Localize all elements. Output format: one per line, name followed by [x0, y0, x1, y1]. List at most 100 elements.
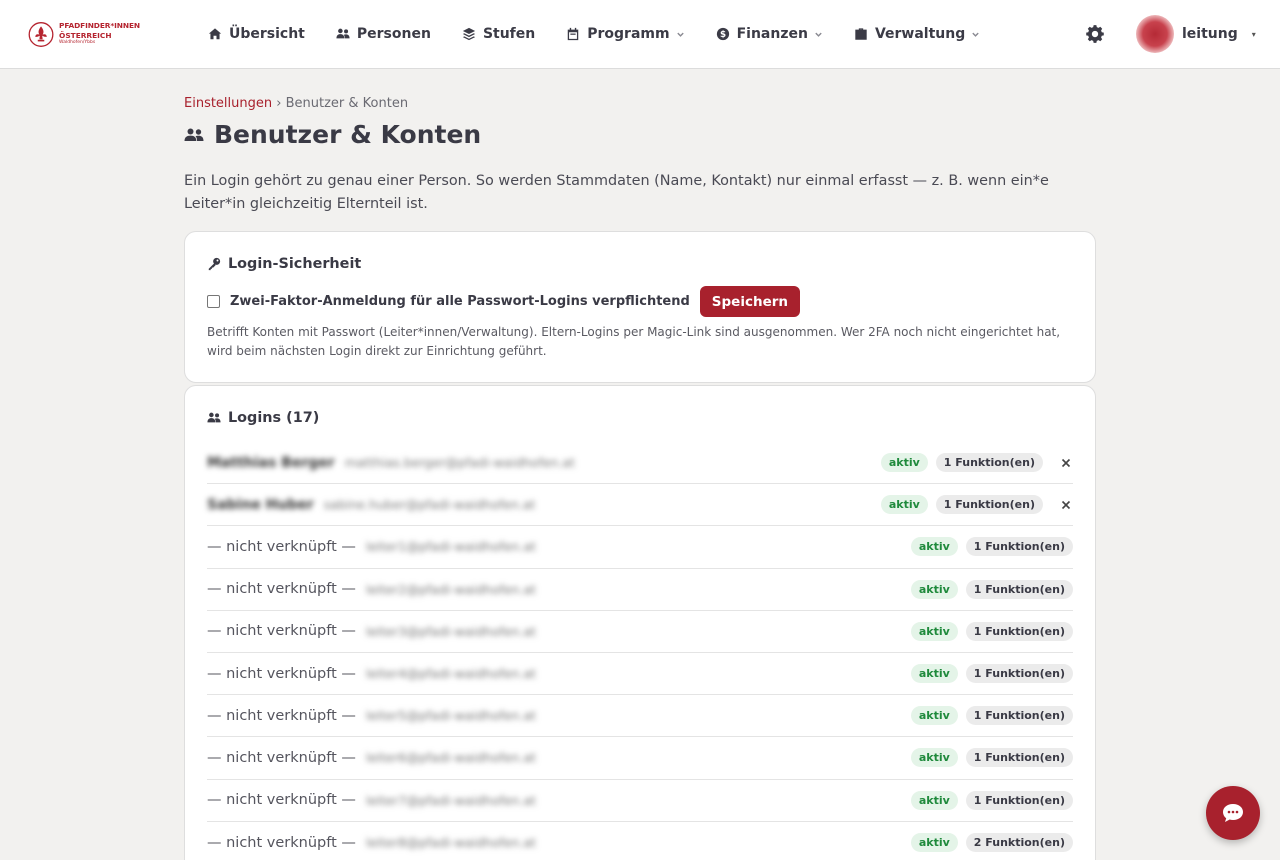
login-badges: aktiv 1 Funktion(en) [880, 453, 1073, 473]
unlinked-person-label: — nicht verknüpft — [207, 665, 356, 682]
nav-label: Übersicht [229, 26, 305, 42]
functions-badge: 1 Funktion(en) [965, 706, 1073, 726]
layers-icon [462, 27, 476, 41]
nav-item-finanzen[interactable]: $ Finanzen [716, 26, 823, 42]
login-row[interactable]: — nicht verknüpft — leiter6@pfadi-waidhof… [207, 737, 1073, 780]
login-row[interactable]: — nicht verknüpft — leiter7@pfadi-waidhof… [207, 780, 1073, 822]
users-icon [184, 128, 204, 141]
brand-line-1: PFADFINDER*INNEN [59, 21, 140, 31]
login-email: leiter2@pfadi-waidhofen.at [365, 581, 537, 597]
user-menu[interactable]: leitung ▾ [1136, 14, 1256, 54]
status-badge: aktiv [910, 833, 958, 853]
unlink-person-button[interactable] [1059, 456, 1073, 470]
linked-person-name[interactable]: Matthias Berger [207, 455, 335, 471]
functions-badge: 1 Funktion(en) [935, 453, 1043, 473]
login-email: leiter5@pfadi-waidhofen.at [365, 708, 537, 724]
mfa-setting-row: Zwei-Faktor-Anmeldung für alle Passwort-… [207, 286, 801, 317]
login-email: leiter7@pfadi-waidhofen.at [365, 792, 537, 808]
unlinked-person-label: — nicht verknüpft — [207, 707, 356, 724]
login-badges: aktiv 1 Funktion(en) [910, 748, 1073, 768]
login-row[interactable]: — nicht verknüpft — leiter3@pfadi-waidhof… [207, 611, 1073, 653]
unlinked-person-label: — nicht verknüpft — [207, 581, 356, 598]
login-row[interactable]: — nicht verknüpft — leiter5@pfadi-waidhof… [207, 695, 1073, 738]
main-nav: Übersicht Personen Stufen Programm $ Fin… [208, 0, 1011, 68]
chevron-down-icon [972, 32, 979, 37]
nav-item-stufen[interactable]: Stufen [462, 26, 535, 42]
scout-emblem-icon [28, 21, 54, 47]
breadcrumb-link-einstellungen[interactable]: Einstellungen [184, 96, 272, 111]
login-email: leiter3@pfadi-waidhofen.at [365, 623, 537, 639]
users-icon [207, 412, 221, 423]
status-badge: aktiv [910, 579, 958, 599]
logins-card: Logins (17) Matthias Berger matthias.berg… [184, 385, 1096, 860]
page-title-text: Benutzer & Konten [214, 120, 482, 149]
functions-badge: 1 Funktion(en) [965, 790, 1073, 810]
card-heading: Login-Sicherheit [207, 256, 361, 272]
nav-item-programm[interactable]: Programm [566, 26, 684, 42]
user-name: leitung [1182, 26, 1238, 42]
mfa-required-checkbox[interactable] [207, 295, 220, 308]
linked-person-name[interactable]: Sabine Huber [207, 497, 314, 513]
top-navbar: PFADFINDER*INNEN ÖSTERREICH Waldhofen/Yb… [0, 0, 1280, 69]
breadcrumb-separator: › [276, 96, 282, 111]
brand-line-3: Waldhofen/Ybbs [59, 40, 96, 46]
nav-item-verwaltung[interactable]: Verwaltung [854, 26, 980, 42]
functions-badge: 1 Funktion(en) [965, 579, 1073, 599]
nav-item-uebersicht[interactable]: Übersicht [208, 26, 305, 42]
functions-badge: 1 Funktion(en) [935, 495, 1043, 515]
unlinked-person-label: — nicht verknüpft — [207, 749, 356, 766]
close-icon [1061, 500, 1071, 509]
login-badges: aktiv 1 Funktion(en) [910, 706, 1073, 726]
login-badges: aktiv 1 Funktion(en) [910, 790, 1073, 810]
status-badge: aktiv [880, 495, 928, 515]
status-badge: aktiv [880, 453, 928, 473]
chat-bubble-icon [1223, 804, 1243, 822]
brand-text: PFADFINDER*INNEN ÖSTERREICH Waldhofen/Yb… [59, 22, 140, 45]
unlinked-person-label: — nicht verknüpft — [207, 623, 356, 640]
status-badge: aktiv [910, 790, 958, 810]
settings-button[interactable] [1086, 25, 1104, 43]
nav-label: Programm [587, 26, 670, 42]
gear-icon [1086, 25, 1104, 43]
login-badges: aktiv 1 Funktion(en) [910, 621, 1073, 641]
login-badges: aktiv 1 Funktion(en) [910, 664, 1073, 684]
login-row[interactable]: — nicht verknüpft — leiter8@pfadi-waidhof… [207, 822, 1073, 860]
brand-line-2: ÖSTERREICH [59, 30, 112, 40]
login-row[interactable]: — nicht verknüpft — leiter2@pfadi-waidhof… [207, 569, 1073, 611]
login-row[interactable]: Matthias Berger matthias.berger@pfadi-wai… [207, 442, 1073, 485]
login-security-card: Login-Sicherheit Zwei-Faktor-Anmeldung f… [184, 231, 1096, 383]
functions-badge: 1 Funktion(en) [965, 748, 1073, 768]
home-icon [208, 28, 222, 40]
login-email: sabine.huber@pfadi-waidhofen.at [323, 497, 536, 513]
login-badges: aktiv 1 Funktion(en) [910, 579, 1073, 599]
key-icon [208, 257, 221, 271]
nav-label: Personen [356, 26, 431, 42]
svg-text:$: $ [720, 30, 726, 40]
functions-badge: 1 Funktion(en) [965, 664, 1073, 684]
brand-logo[interactable]: PFADFINDER*INNEN ÖSTERREICH Waldhofen/Yb… [28, 17, 140, 51]
dollar-icon: $ [716, 27, 729, 40]
login-email: leiter8@pfadi-waidhofen.at [365, 835, 537, 851]
login-row[interactable]: — nicht verknüpft — leiter1@pfadi-waidhof… [207, 526, 1073, 569]
card-heading: Logins (17) [207, 410, 319, 426]
functions-badge: 2 Funktion(en) [965, 833, 1073, 853]
caret-down-icon: ▾ [1251, 29, 1256, 39]
functions-badge: 1 Funktion(en) [965, 537, 1073, 557]
unlink-person-button[interactable] [1059, 498, 1073, 512]
chat-button[interactable] [1206, 786, 1260, 840]
nav-label: Stufen [482, 26, 536, 42]
functions-badge: 1 Funktion(en) [965, 621, 1073, 641]
status-badge: aktiv [910, 664, 958, 684]
unlinked-person-label: — nicht verknüpft — [207, 792, 356, 809]
avatar [1136, 15, 1174, 53]
card-title: Login-Sicherheit [228, 256, 362, 272]
login-email: leiter6@pfadi-waidhofen.at [365, 750, 537, 766]
chevron-down-icon [676, 32, 684, 37]
login-row[interactable]: Sabine Huber sabine.huber@pfadi-waidhofen… [207, 484, 1073, 527]
nav-item-personen[interactable]: Personen [336, 26, 431, 42]
logins-list: Matthias Berger matthias.berger@pfadi-wai… [207, 442, 1073, 860]
login-row[interactable]: — nicht verknüpft — leiter4@pfadi-waidhof… [207, 653, 1073, 696]
login-email: leiter1@pfadi-waidhofen.at [365, 539, 537, 555]
mfa-required-label[interactable]: Zwei-Faktor-Anmeldung für alle Passwort-… [230, 294, 690, 309]
save-button[interactable]: Speichern [699, 286, 801, 317]
